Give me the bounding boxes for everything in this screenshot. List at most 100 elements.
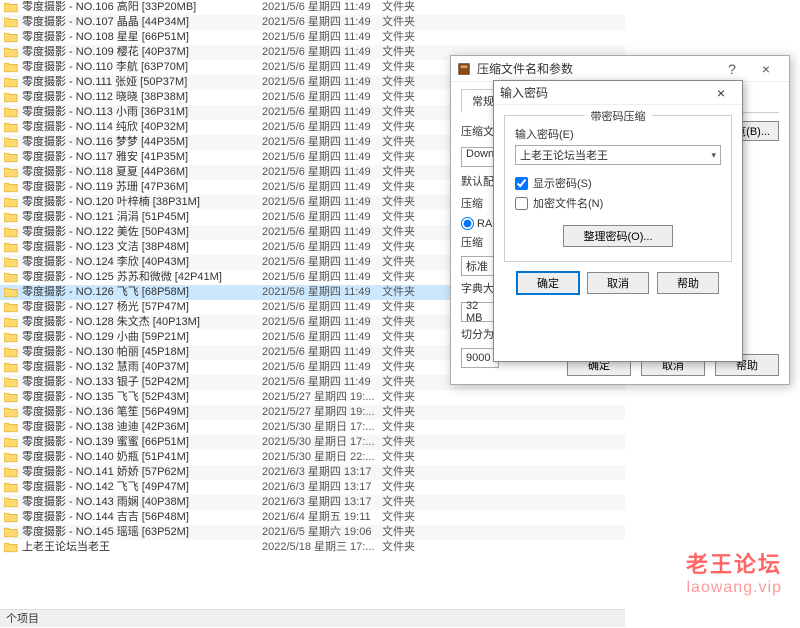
folder-icon [4, 122, 18, 133]
file-date: 2021/5/6 星期四 11:49 [262, 240, 382, 255]
file-name: 零度摄影 - NO.125 苏苏和微微 [42P41M] [22, 270, 262, 285]
password-dialog-titlebar[interactable]: 输入密码 × [494, 81, 742, 105]
table-row[interactable]: 零度摄影 - NO.136 笔笙 [56P49M]2021/5/27 星期四 1… [0, 405, 625, 420]
file-name: 零度摄影 - NO.122 美佐 [50P43M] [22, 225, 262, 240]
file-date: 2021/6/3 星期四 13:17 [262, 465, 382, 480]
radio-rar[interactable]: RA [461, 217, 492, 230]
table-row[interactable]: 零度摄影 - NO.142 飞飞 [49P47M]2021/6/3 星期四 13… [0, 480, 625, 495]
watermark-line1: 老王论坛 [686, 547, 782, 579]
folder-icon [4, 497, 18, 508]
file-date: 2021/5/6 星期四 11:49 [262, 30, 382, 45]
file-date: 2021/5/6 星期四 11:49 [262, 330, 382, 345]
folder-icon [4, 332, 18, 343]
show-password-checkbox[interactable] [515, 177, 528, 190]
file-type: 文件夹 [382, 210, 442, 225]
folder-icon [4, 227, 18, 238]
file-date: 2021/6/3 星期四 13:17 [262, 495, 382, 510]
table-row[interactable]: 零度摄影 - NO.106 高阳 [33P20MB]2021/5/6 星期四 1… [0, 0, 625, 15]
file-name: 零度摄影 - NO.142 飞飞 [49P47M] [22, 480, 262, 495]
password-input[interactable]: 上老王论坛当老王 ▾ [515, 145, 721, 165]
table-row[interactable]: 零度摄影 - NO.108 星星 [66P51M]2021/5/6 星期四 11… [0, 30, 625, 45]
file-name: 零度摄影 - NO.128 朱文杰 [40P13M] [22, 315, 262, 330]
file-date: 2021/5/6 星期四 11:49 [262, 225, 382, 240]
encrypt-names-label: 加密文件名(N) [533, 195, 603, 211]
file-type: 文件夹 [382, 195, 442, 210]
radio-rar-input[interactable] [461, 217, 474, 230]
folder-icon [4, 257, 18, 268]
file-date: 2021/5/30 星期日 17:... [262, 435, 382, 450]
file-date: 2021/5/6 星期四 11:49 [262, 210, 382, 225]
file-name: 零度摄影 - NO.140 奶瓶 [51P41M] [22, 450, 262, 465]
password-cancel-button[interactable]: 取消 [587, 272, 649, 294]
table-row[interactable]: 零度摄影 - NO.143 雨娴 [40P38M]2021/6/3 星期四 13… [0, 495, 625, 510]
help-button[interactable]: ? [715, 58, 749, 80]
folder-icon [4, 2, 18, 13]
file-date: 2021/6/5 星期六 19:06 [262, 525, 382, 540]
file-date: 2021/5/30 星期日 17:... [262, 420, 382, 435]
file-name: 上老王论坛当老王 [22, 540, 262, 555]
show-password-label: 显示密码(S) [533, 175, 592, 191]
folder-icon [4, 272, 18, 283]
file-type: 文件夹 [382, 495, 442, 510]
file-name: 零度摄影 - NO.143 雨娴 [40P38M] [22, 495, 262, 510]
file-date: 2021/5/6 星期四 11:49 [262, 120, 382, 135]
file-name: 零度摄影 - NO.132 慧雨 [40P37M] [22, 360, 262, 375]
chevron-down-icon[interactable]: ▾ [711, 150, 716, 161]
file-date: 2021/5/6 星期四 11:49 [262, 360, 382, 375]
archive-icon [457, 62, 471, 76]
file-name: 零度摄影 - NO.109 樱花 [40P37M] [22, 45, 262, 60]
file-type: 文件夹 [382, 510, 442, 525]
folder-icon [4, 467, 18, 478]
table-row[interactable]: 零度摄影 - NO.144 吉吉 [56P48M]2021/6/4 星期五 19… [0, 510, 625, 525]
file-date: 2021/5/6 星期四 11:49 [262, 45, 382, 60]
file-type: 文件夹 [382, 465, 442, 480]
file-date: 2021/5/6 星期四 11:49 [262, 285, 382, 300]
file-date: 2021/5/6 星期四 11:49 [262, 375, 382, 390]
file-date: 2021/5/6 星期四 11:49 [262, 105, 382, 120]
password-close-button[interactable]: × [706, 83, 736, 103]
password-help-button[interactable]: 帮助 [657, 272, 719, 294]
file-type: 文件夹 [382, 15, 442, 30]
encrypt-names-checkbox[interactable] [515, 197, 528, 210]
archive-dialog-titlebar[interactable]: 压缩文件名和参数 ? × [451, 56, 789, 82]
folder-icon [4, 512, 18, 523]
file-type: 文件夹 [382, 405, 442, 420]
file-name: 零度摄影 - NO.127 杨光 [57P47M] [22, 300, 262, 315]
file-date: 2021/5/6 星期四 11:49 [262, 135, 382, 150]
file-name: 零度摄影 - NO.111 张娅 [50P37M] [22, 75, 262, 90]
file-date: 2021/5/27 星期四 19:... [262, 390, 382, 405]
folder-icon [4, 347, 18, 358]
file-date: 2021/5/6 星期四 11:49 [262, 255, 382, 270]
table-row[interactable]: 零度摄影 - NO.139 蜜蜜 [66P51M]2021/5/30 星期日 1… [0, 435, 625, 450]
file-type: 文件夹 [382, 165, 442, 180]
file-type: 文件夹 [382, 450, 442, 465]
close-button[interactable]: × [749, 58, 783, 80]
file-type: 文件夹 [382, 225, 442, 240]
folder-icon [4, 62, 18, 73]
password-ok-button[interactable]: 确定 [517, 272, 579, 294]
file-type: 文件夹 [382, 75, 442, 90]
table-row[interactable]: 零度摄影 - NO.138 迪迪 [42P36M]2021/5/30 星期日 1… [0, 420, 625, 435]
table-row[interactable]: 上老王论坛当老王2022/5/18 星期三 17:...文件夹 [0, 540, 625, 555]
file-date: 2021/5/6 星期四 11:49 [262, 300, 382, 315]
table-row[interactable]: 零度摄影 - NO.135 飞飞 [52P43M]2021/5/27 星期四 1… [0, 390, 625, 405]
file-type: 文件夹 [382, 285, 442, 300]
password-group-title: 带密码压缩 [585, 108, 652, 124]
file-date: 2021/5/6 星期四 11:49 [262, 150, 382, 165]
table-row[interactable]: 零度摄影 - NO.145 瑶瑶 [63P52M]2021/6/5 星期六 19… [0, 525, 625, 540]
file-date: 2021/5/27 星期四 19:... [262, 405, 382, 420]
table-row[interactable]: 零度摄影 - NO.141 娇娇 [57P62M]2021/6/3 星期四 13… [0, 465, 625, 480]
file-date: 2021/5/6 星期四 11:49 [262, 195, 382, 210]
file-date: 2021/5/6 星期四 11:49 [262, 315, 382, 330]
file-name: 零度摄影 - NO.120 叶梓楠 [38P31M] [22, 195, 262, 210]
file-name: 零度摄影 - NO.116 梦梦 [44P35M] [22, 135, 262, 150]
table-row[interactable]: 零度摄影 - NO.140 奶瓶 [51P41M]2021/5/30 星期日 2… [0, 450, 625, 465]
password-dialog-title: 输入密码 [500, 84, 706, 101]
folder-icon [4, 212, 18, 223]
table-row[interactable]: 零度摄影 - NO.107 晶晶 [44P34M]2021/5/6 星期四 11… [0, 15, 625, 30]
folder-icon [4, 197, 18, 208]
organize-passwords-button[interactable]: 整理密码(O)... [563, 225, 673, 247]
file-name: 零度摄影 - NO.126 飞飞 [68P58M] [22, 285, 262, 300]
file-type: 文件夹 [382, 0, 442, 15]
file-type: 文件夹 [382, 300, 442, 315]
